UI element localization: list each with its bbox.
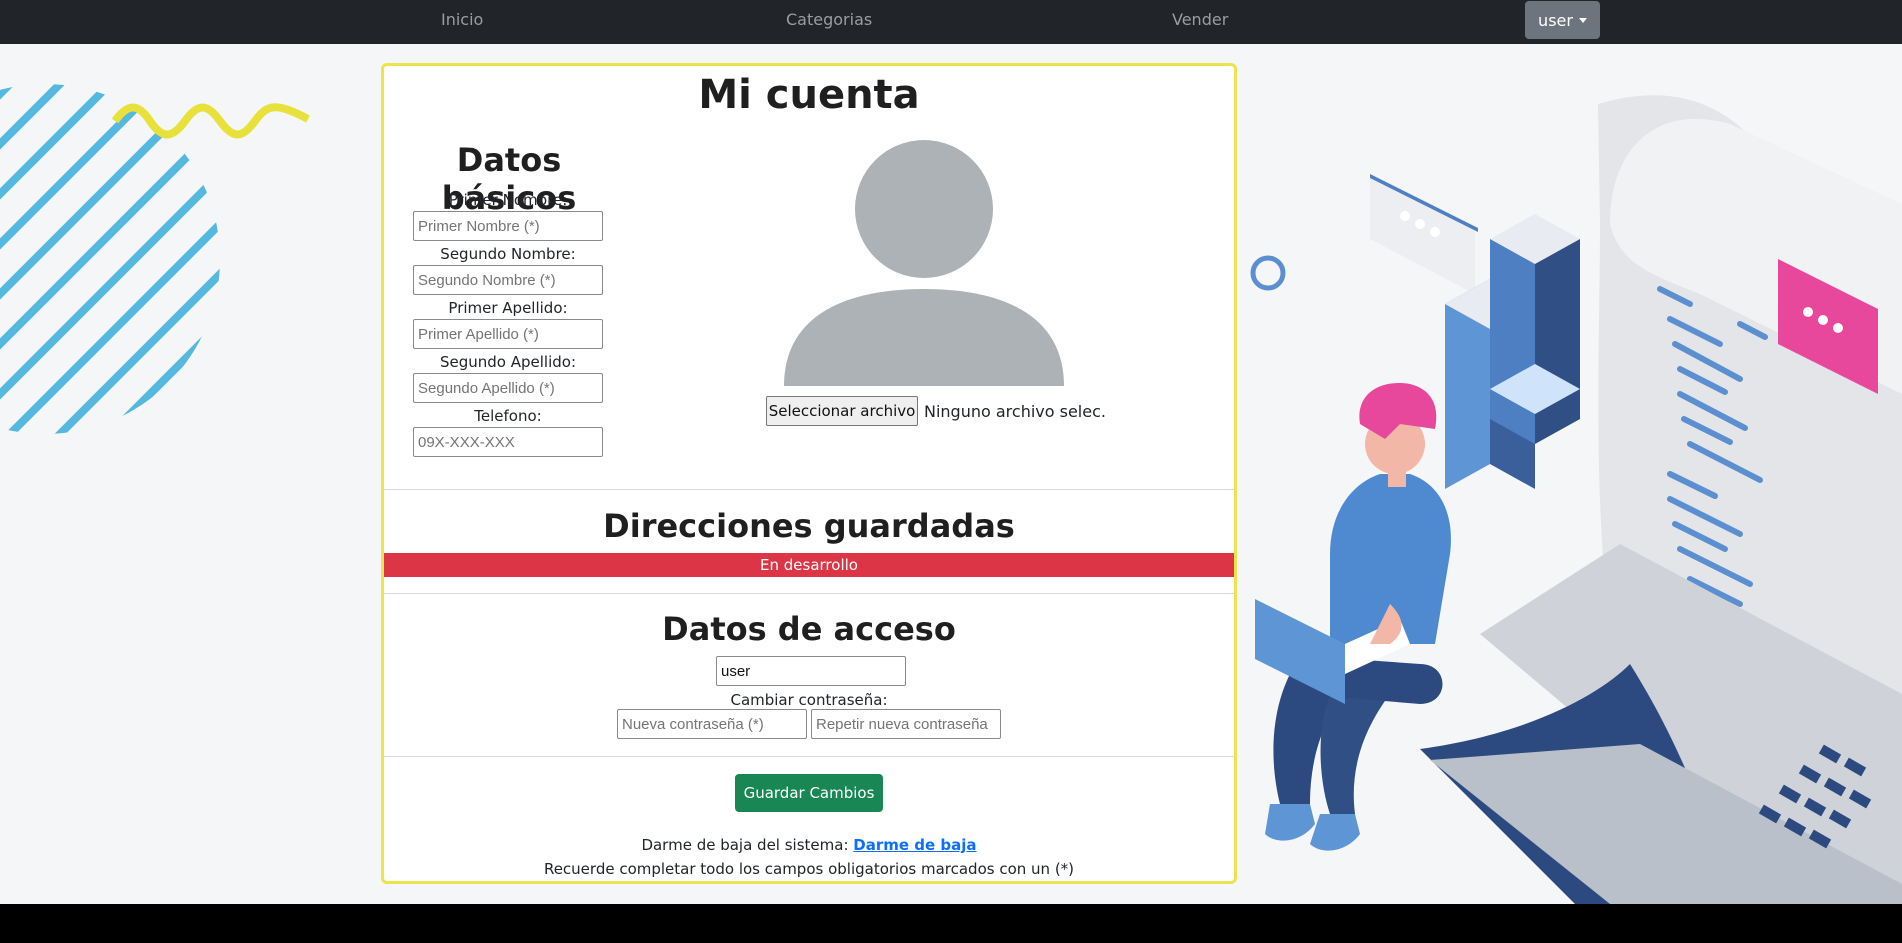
first-name-input[interactable]: [413, 211, 603, 241]
section-divider: [384, 593, 1234, 594]
first-surname-label: Primer Apellido:: [448, 299, 568, 317]
unsubscribe-text: Darme de baja del sistema:: [641, 836, 849, 854]
page-title: Mi cuenta: [698, 72, 920, 118]
phone-input[interactable]: [413, 427, 603, 457]
top-navbar: Inicio Categorias Vender user: [0, 0, 1902, 44]
save-changes-button[interactable]: Guardar Cambios: [735, 774, 883, 812]
background-area: Mi cuenta Datos básicos Primer Nombre: S…: [0, 44, 1902, 904]
phone-label: Telefono:: [474, 407, 542, 425]
user-menu-label: user: [1538, 10, 1573, 30]
second-surname-label: Segundo Apellido:: [439, 353, 577, 371]
second-name-label: Segundo Nombre:: [440, 245, 576, 263]
second-surname-input[interactable]: [413, 373, 603, 403]
second-name-input[interactable]: [413, 265, 603, 295]
bottom-bar: [0, 904, 1902, 943]
section-divider: [384, 756, 1234, 757]
unsubscribe-link[interactable]: Darme de baja: [853, 836, 976, 854]
first-name-label: Primer Nombre:: [448, 191, 568, 209]
change-password-label: Cambiar contraseña:: [730, 691, 888, 709]
unsubscribe-row: Darme de baja del sistema: Darme de baja: [384, 836, 1234, 854]
nav-link-vender[interactable]: Vender: [1172, 10, 1228, 29]
repeat-password-input[interactable]: [811, 709, 1001, 739]
developer-illustration: [1250, 95, 1902, 904]
nav-link-inicio[interactable]: Inicio: [441, 10, 483, 29]
username-input[interactable]: [716, 656, 906, 686]
access-title: Datos de acceso: [662, 610, 956, 648]
striped-circle-decoration: [0, 84, 220, 434]
account-card: Mi cuenta Datos básicos Primer Nombre: S…: [381, 63, 1237, 884]
section-divider: [384, 489, 1234, 490]
avatar-placeholder-icon: [784, 140, 1064, 386]
file-status-text: Ninguno archivo selec.: [924, 402, 1106, 421]
development-alert: En desarrollo: [384, 553, 1234, 577]
select-file-button[interactable]: Seleccionar archivo: [766, 396, 918, 426]
new-password-input[interactable]: [617, 709, 807, 739]
first-surname-input[interactable]: [413, 319, 603, 349]
user-menu-button[interactable]: user: [1525, 1, 1600, 39]
chevron-down-icon: [1578, 17, 1587, 23]
nav-link-categorias[interactable]: Categorias: [786, 10, 872, 29]
required-fields-reminder: Recuerde completar todo los campos oblig…: [543, 860, 1075, 878]
addresses-title: Direcciones guardadas: [603, 507, 1015, 545]
